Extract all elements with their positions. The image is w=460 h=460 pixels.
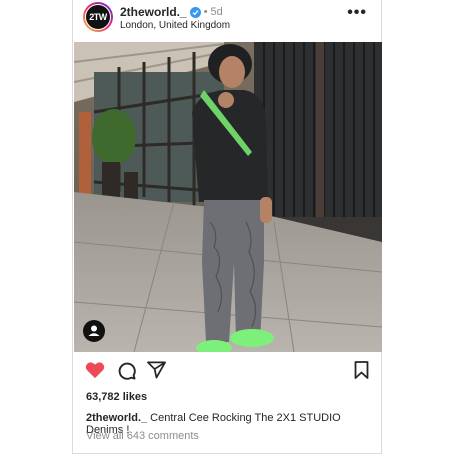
separator-dot: • bbox=[203, 6, 208, 18]
bookmark-icon[interactable] bbox=[354, 361, 369, 384]
username-row: 2theworld._ • 5d bbox=[120, 5, 223, 19]
post-header: 2TW 2theworld._ • 5d London, United King… bbox=[73, 0, 381, 42]
comment-icon[interactable] bbox=[117, 361, 136, 385]
action-bar bbox=[73, 352, 381, 386]
avatar-logo: 2TW bbox=[85, 4, 111, 30]
username-link[interactable]: 2theworld._ bbox=[120, 5, 187, 19]
more-options-icon[interactable]: ••• bbox=[347, 5, 367, 21]
avatar[interactable]: 2TW bbox=[83, 2, 113, 32]
verified-badge-icon bbox=[189, 6, 201, 18]
user-tag-icon[interactable] bbox=[83, 320, 105, 342]
paper-plane-icon[interactable] bbox=[147, 361, 166, 384]
post-time[interactable]: 5d bbox=[211, 6, 223, 18]
caption-username[interactable]: 2theworld._ bbox=[86, 412, 147, 424]
post-photo[interactable] bbox=[74, 42, 382, 352]
likes-count[interactable]: 63,782 likes bbox=[86, 391, 147, 403]
location-link[interactable]: London, United Kingdom bbox=[120, 20, 230, 31]
heart-icon[interactable] bbox=[85, 361, 105, 384]
view-comments-link[interactable]: View all 643 comments bbox=[86, 430, 199, 442]
instagram-post-card: 2TW 2theworld._ • 5d London, United King… bbox=[72, 0, 382, 454]
